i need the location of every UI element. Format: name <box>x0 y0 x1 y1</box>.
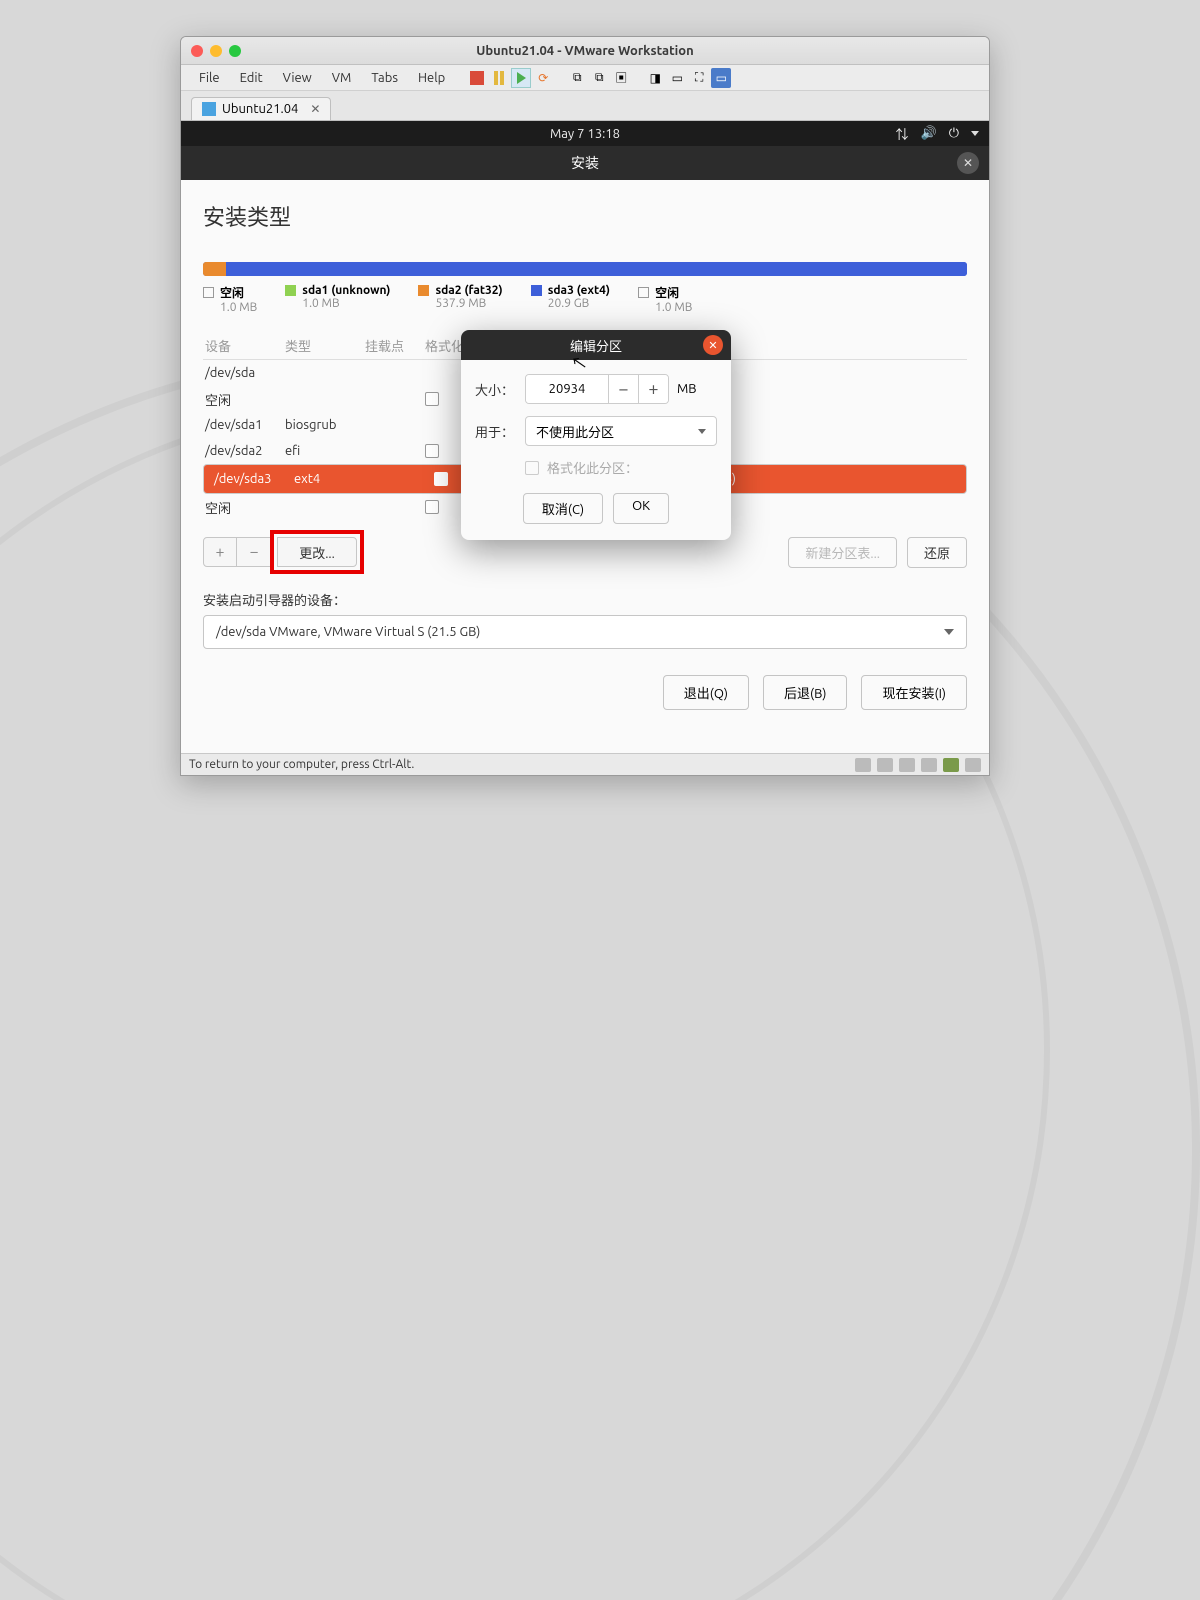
menu-vm[interactable]: VM <box>322 68 362 88</box>
legend-free2-size: 1.0 MB <box>638 301 692 314</box>
edit-partition-dialog: 编辑分区 ✕ 大小： − + MB 用于： 不使用此分区 格式化此分区： 取消(… <box>461 330 731 540</box>
vm-tab-icon <box>202 102 216 116</box>
chevron-down-icon <box>698 429 706 434</box>
toolbar-play-icon[interactable] <box>511 68 531 88</box>
vm-tab-label: Ubuntu21.04 <box>222 102 298 116</box>
install-now-button[interactable]: 现在安装(I) <box>861 675 967 710</box>
chevron-down-icon <box>944 629 954 635</box>
status-cd-icon[interactable] <box>877 758 893 772</box>
add-partition-button[interactable]: + <box>203 537 237 567</box>
installer-header-title: 安装 <box>571 153 599 173</box>
dialog-cancel-button[interactable]: 取消(C) <box>523 493 603 524</box>
dialog-ok-button[interactable]: OK <box>613 493 669 524</box>
close-tab-icon[interactable]: ✕ <box>310 102 320 116</box>
network-icon[interactable]: ⇅ <box>896 124 909 143</box>
statusbar: To return to your computer, press Ctrl-A… <box>181 753 989 775</box>
format-this-label: 格式化此分区： <box>547 458 638 477</box>
bootloader-device-value: /dev/sda VMware, VMware Virtual S (21.5 … <box>216 625 480 639</box>
topbar-datetime: May 7 13:18 <box>550 127 620 141</box>
legend-free1-size: 1.0 MB <box>203 301 257 314</box>
format-checkbox[interactable] <box>425 444 439 458</box>
dialog-header: 编辑分区 ✕ <box>461 330 731 360</box>
col-mount: 挂载点 <box>365 336 425 355</box>
bootloader-device-select[interactable]: /dev/sda VMware, VMware Virtual S (21.5 … <box>203 615 967 649</box>
toolbar-screen-icon[interactable]: ▣ <box>611 68 631 88</box>
toolbar-fullscreen-icon[interactable]: ⛶ <box>689 68 709 88</box>
size-increment-button[interactable]: + <box>638 375 668 403</box>
size-unit: MB <box>677 382 697 396</box>
toolbar-snapshot-icon[interactable]: ⧉ <box>567 68 587 88</box>
col-type: 类型 <box>285 336 365 355</box>
close-dialog-icon[interactable]: ✕ <box>703 335 723 355</box>
status-usb-icon[interactable] <box>943 758 959 772</box>
legend-free2-label: 空闲 <box>655 284 679 301</box>
maximize-window-icon[interactable] <box>229 45 241 57</box>
menu-help[interactable]: Help <box>408 68 455 88</box>
partition-legend: 空闲1.0 MB sda1 (unknown)1.0 MB sda2 (fat3… <box>203 284 967 314</box>
close-installer-icon[interactable]: ✕ <box>957 152 979 174</box>
menu-tabs[interactable]: Tabs <box>361 68 408 88</box>
use-as-label: 用于： <box>475 422 525 441</box>
format-this-checkbox <box>525 461 539 475</box>
toolbar-manage-icon[interactable]: ⧉ <box>589 68 609 88</box>
status-print-icon[interactable] <box>921 758 937 772</box>
menu-view[interactable]: View <box>273 68 322 88</box>
size-decrement-button[interactable]: − <box>608 375 638 403</box>
menu-edit[interactable]: Edit <box>230 68 273 88</box>
format-checkbox[interactable] <box>425 500 439 514</box>
chevron-down-icon[interactable] <box>971 131 979 136</box>
back-button[interactable]: 后退(B) <box>763 675 847 710</box>
legend-sda3-label: sda3 (ext4) <box>548 284 610 297</box>
highlight-box: 更改... <box>270 530 364 574</box>
status-hint: To return to your computer, press Ctrl-A… <box>189 758 414 771</box>
new-partition-table-button[interactable]: 新建分区表... <box>788 537 897 568</box>
menubar: File Edit View VM Tabs Help ⟳ ⧉ ⧉ ▣ ◨ ▭ … <box>181 65 989 91</box>
disk-usage-bar <box>203 262 967 276</box>
bootloader-label: 安装启动引导器的设备： <box>203 590 967 609</box>
format-checkbox[interactable] <box>434 472 448 486</box>
vm-tab[interactable]: Ubuntu21.04 ✕ <box>191 97 331 120</box>
revert-button[interactable]: 还原 <box>907 537 967 568</box>
use-as-select[interactable]: 不使用此分区 <box>525 416 717 446</box>
window-title: Ubuntu21.04 - VMware Workstation <box>181 44 989 58</box>
toolbar-restart-icon[interactable]: ⟳ <box>533 68 553 88</box>
dialog-title: 编辑分区 <box>570 336 622 355</box>
size-spinner: − + <box>525 374 669 404</box>
page-title: 安装类型 <box>203 200 967 232</box>
legend-sda2-label: sda2 (fat32) <box>435 284 502 297</box>
col-device: 设备 <box>205 336 285 355</box>
size-input[interactable] <box>526 375 608 403</box>
menu-file[interactable]: File <box>189 68 230 88</box>
tabbar: Ubuntu21.04 ✕ <box>181 91 989 121</box>
titlebar: Ubuntu21.04 - VMware Workstation <box>181 37 989 65</box>
size-label: 大小： <box>475 380 525 399</box>
gnome-topbar: May 7 13:18 ⇅ 🔊 ⏻ <box>181 121 989 146</box>
toolbar-view2-icon[interactable]: ▭ <box>667 68 687 88</box>
quit-button[interactable]: 退出(Q) <box>663 675 749 710</box>
toolbar-stop-icon[interactable] <box>467 68 487 88</box>
legend-sda2-size: 537.9 MB <box>418 297 502 310</box>
legend-sda1-label: sda1 (unknown) <box>302 284 390 297</box>
use-as-value: 不使用此分区 <box>536 422 614 441</box>
status-net-icon[interactable] <box>899 758 915 772</box>
legend-free1-label: 空闲 <box>220 284 244 301</box>
legend-sda3-size: 20.9 GB <box>531 297 610 310</box>
close-window-icon[interactable] <box>191 45 203 57</box>
remove-partition-button[interactable]: − <box>237 537 271 567</box>
format-checkbox[interactable] <box>425 392 439 406</box>
toolbar-view1-icon[interactable]: ◨ <box>645 68 665 88</box>
change-partition-button[interactable]: 更改... <box>277 537 357 567</box>
minimize-window-icon[interactable] <box>210 45 222 57</box>
toolbar-unity-icon[interactable]: ▭ <box>711 68 731 88</box>
disk-seg-sda2 <box>203 262 226 276</box>
legend-sda1-size: 1.0 MB <box>285 297 390 310</box>
toolbar-pause-icon[interactable] <box>489 68 509 88</box>
status-sound-icon[interactable] <box>965 758 981 772</box>
disk-seg-sda3 <box>226 262 967 276</box>
volume-icon[interactable]: 🔊 <box>921 126 937 141</box>
installer-header: 安装 ✕ <box>181 146 989 180</box>
status-hdd-icon[interactable] <box>855 758 871 772</box>
power-icon[interactable]: ⏻ <box>949 126 959 141</box>
